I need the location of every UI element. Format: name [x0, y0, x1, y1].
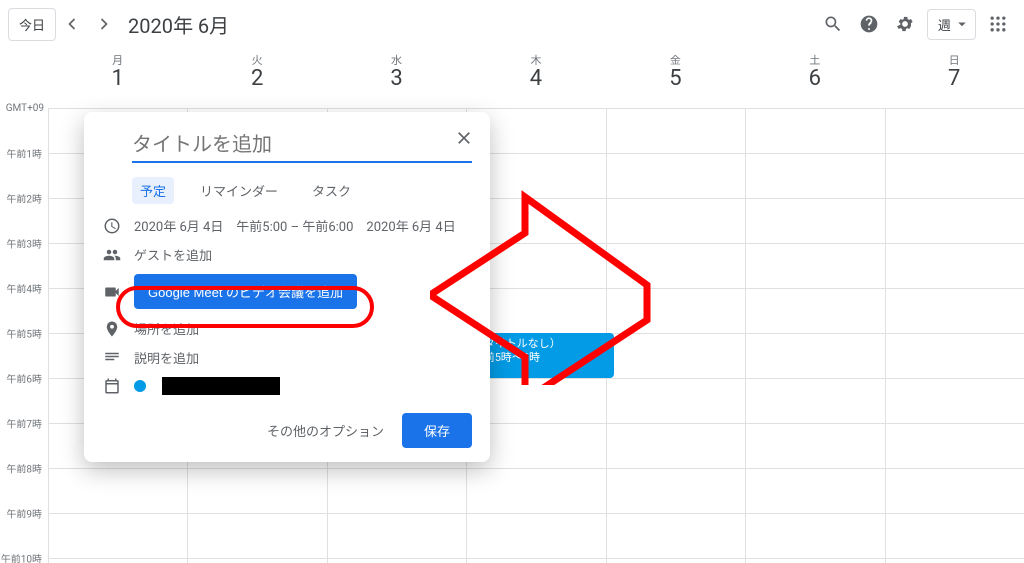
location-icon	[103, 320, 121, 338]
day-header[interactable]: 水3	[327, 48, 466, 108]
day-of-month: 1	[48, 66, 187, 91]
guests-text: ゲストを追加	[134, 245, 212, 264]
help-button[interactable]	[851, 6, 887, 42]
day-header[interactable]: 金5	[606, 48, 745, 108]
add-google-meet-button[interactable]: Google Meet のビデオ会議を追加	[134, 274, 357, 309]
calendar-name-redacted	[162, 377, 280, 395]
guests-row[interactable]: ゲストを追加	[102, 245, 472, 264]
day-headers: 月1 火2 水3 木4 金5 土6 日7	[48, 48, 1024, 108]
hour-label: 午前3時	[6, 236, 42, 251]
prev-week-button[interactable]	[56, 8, 88, 40]
hour-label: 午前2時	[6, 191, 42, 206]
day-header[interactable]: 月1	[48, 48, 187, 108]
more-options-button[interactable]: その他のオプション	[257, 413, 394, 448]
day-of-month: 2	[187, 66, 326, 91]
day-of-month: 6	[745, 66, 884, 91]
search-icon	[823, 14, 843, 34]
hour-label: 午前9時	[6, 506, 42, 521]
view-dropdown-label: 週	[938, 15, 951, 34]
event-time: 午前5時～6時	[473, 351, 609, 365]
view-dropdown[interactable]: 週	[927, 9, 976, 40]
search-button[interactable]	[815, 6, 851, 42]
apps-grid-icon	[988, 14, 1008, 34]
tab-event[interactable]: 予定	[132, 177, 174, 204]
description-icon	[103, 349, 121, 367]
day-of-month: 5	[606, 66, 745, 91]
day-of-month: 7	[885, 66, 1024, 91]
day-header[interactable]: 日7	[885, 48, 1024, 108]
location-text: 場所を追加	[134, 319, 199, 338]
datetime-text: 2020年 6月 4日 午前5:00 – 午前6:00 2020年 6月 4日	[134, 216, 456, 235]
day-of-month: 3	[327, 66, 466, 91]
page-title: 2020年 6月	[128, 10, 229, 39]
dialog-tabs: 予定 リマインダー タスク	[132, 177, 472, 204]
hour-label: 午前8時	[6, 461, 42, 476]
hour-label: 午前5時	[6, 326, 42, 341]
event-create-dialog: 予定 リマインダー タスク 2020年 6月 4日 午前5:00 – 午前6:0…	[84, 112, 490, 462]
description-text: 説明を追加	[134, 348, 199, 367]
calendar-row[interactable]	[102, 377, 472, 395]
gear-icon	[895, 14, 915, 34]
description-row[interactable]: 説明を追加	[102, 348, 472, 367]
clock-icon	[103, 217, 121, 235]
today-button[interactable]: 今日	[8, 8, 56, 41]
hour-label: 午前4時	[6, 281, 42, 296]
day-header[interactable]: 火2	[187, 48, 326, 108]
hour-label: 午前1時	[6, 146, 42, 161]
calendar-color-dot	[134, 380, 146, 392]
day-header[interactable]: 木4	[466, 48, 605, 108]
close-icon	[454, 128, 474, 148]
next-week-button[interactable]	[88, 8, 120, 40]
hour-label: 午前6時	[6, 371, 42, 386]
meet-row: Google Meet のビデオ会議を追加	[102, 274, 472, 309]
chevron-left-icon	[62, 14, 82, 34]
dialog-close-button[interactable]	[446, 120, 482, 156]
hour-label: 午前10時	[1, 551, 42, 563]
tab-task[interactable]: タスク	[304, 177, 359, 204]
datetime-row[interactable]: 2020年 6月 4日 午前5:00 – 午前6:00 2020年 6月 4日	[102, 216, 472, 235]
chevron-down-icon	[953, 15, 971, 33]
timezone-label: GMT+09	[6, 103, 44, 114]
tab-reminder[interactable]: リマインダー	[192, 177, 286, 204]
help-icon	[859, 14, 879, 34]
save-button[interactable]: 保存	[402, 413, 472, 448]
chevron-right-icon	[94, 14, 114, 34]
event-title: （タイトルなし）	[473, 337, 609, 351]
event-title-input[interactable]	[132, 130, 472, 163]
settings-button[interactable]	[887, 6, 923, 42]
calendar-icon	[103, 377, 121, 395]
meet-icon	[103, 283, 121, 301]
day-of-month: 4	[466, 66, 605, 91]
hour-label: 午前7時	[6, 416, 42, 431]
location-row[interactable]: 場所を追加	[102, 319, 472, 338]
apps-button[interactable]	[980, 6, 1016, 42]
day-header[interactable]: 土6	[745, 48, 884, 108]
topbar: 今日 2020年 6月 週	[0, 0, 1024, 48]
people-icon	[103, 246, 121, 264]
